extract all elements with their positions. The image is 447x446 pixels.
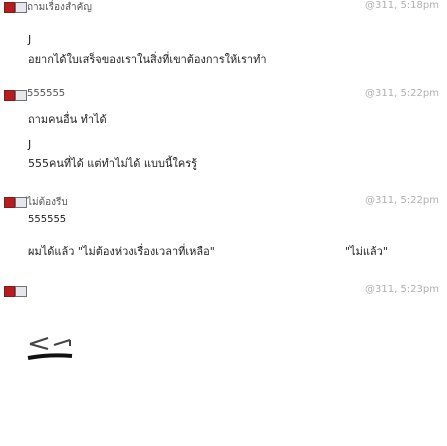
message-line: 555คนที่ได้ แต่ทำไม่ได้ แบบนี้ใครรู้ [28,157,198,170]
message-line: 555555 [28,214,67,225]
avatar-secondary-icon [15,197,27,208]
timestamp: @311, 5:22pm [365,195,439,206]
timestamp: @311, 5:22pm [365,88,439,99]
sticker-stroke [29,343,49,350]
avatar-secondary-icon [15,90,27,101]
message-line: ผมได้แล้ว "ไม่ต้องห่วงเรื่องเวลาที่เหลือ… [28,245,215,258]
sticker-stroke [29,337,49,345]
message-line: อยากได้ใบเสร็จของเราในสิ่งที่เขาต้องการใ… [28,53,267,66]
sticker-stroke [27,353,73,360]
timestamp: @311, 5:18pm [365,0,439,11]
arrows-sticker-icon [27,337,73,360]
avatar-secondary-icon [15,2,27,13]
timestamp: @311, 5:23pm [365,284,439,295]
username[interactable]: ถามเรื่องสำคัญ [27,0,92,15]
message-line: J [28,33,32,46]
username[interactable]: 555555 [27,88,65,99]
message-header: ไม่ต้องรีบ @311, 5:22pm [0,195,447,211]
message-line: J [28,138,32,151]
message-header: @311, 5:23pm [0,284,447,300]
message-header: ถามเรื่องสำคัญ @311, 5:18pm [0,0,447,16]
avatar-secondary-icon [15,286,27,297]
avatar-icon[interactable] [4,286,15,297]
message-line: "ไม่แล้ว" [345,245,388,258]
username[interactable]: ไม่ต้องรีบ [27,195,68,210]
avatar-icon[interactable] [4,2,15,13]
message-header: 555555 @311, 5:22pm [0,88,447,104]
avatar-icon[interactable] [4,197,15,208]
sticker-stroke [53,339,71,346]
message-line: ถามคนอื่น ทำได้ [28,113,107,126]
avatar-icon[interactable] [4,90,15,101]
